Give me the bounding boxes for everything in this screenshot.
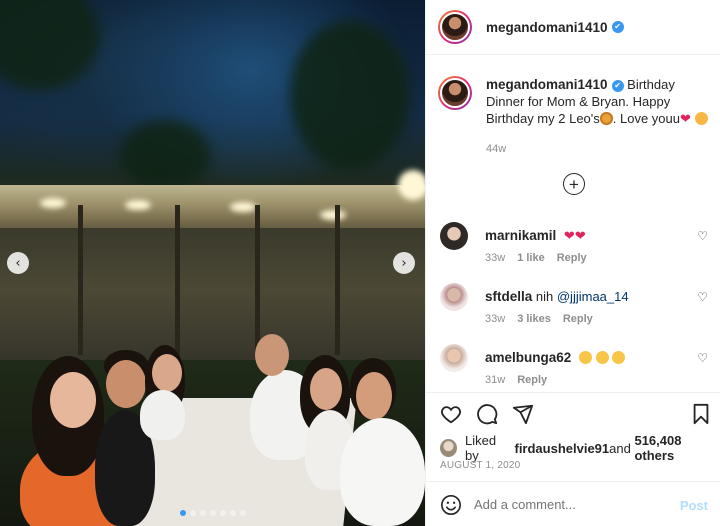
comment-author[interactable]: amelbunga62 xyxy=(485,350,571,365)
comment-item: amelbunga62 31w Reply ♡ xyxy=(440,344,710,392)
comment-time: 31w xyxy=(485,374,506,386)
comment-text: nih xyxy=(535,289,557,304)
photo-pillar xyxy=(175,205,180,355)
caption: megandomani1410 ✔ Birthday Dinner for Mom… xyxy=(438,76,713,158)
laughing-emoji-icon xyxy=(612,351,626,364)
comment-author[interactable]: marnikamil xyxy=(485,228,556,243)
heart-icon[interactable] xyxy=(440,403,462,425)
reply-button[interactable]: Reply xyxy=(517,374,547,386)
likes-count[interactable]: 516,408 others xyxy=(634,433,720,463)
lion-emoji-icon xyxy=(599,112,613,125)
post-actions: Liked by firdaushelvie91 and 516,408 oth… xyxy=(426,392,720,526)
add-comment-bar: Post xyxy=(426,481,720,526)
avatar[interactable] xyxy=(438,10,472,44)
photo-canopy xyxy=(0,185,425,230)
share-icon[interactable] xyxy=(512,403,534,425)
load-more-comments-button[interactable]: + xyxy=(563,173,585,195)
comment-mention[interactable]: @jjjimaa_14 xyxy=(557,289,629,304)
likes-middle: and xyxy=(609,440,631,456)
heart-emoji-icon: ❤ xyxy=(679,112,691,127)
photo-person-face xyxy=(106,360,146,408)
heart-icon[interactable]: ♡ xyxy=(697,351,708,365)
photo-person-face xyxy=(255,334,289,376)
post-date: AUGUST 1, 2020 xyxy=(440,460,521,471)
photo-person-face xyxy=(50,372,96,428)
comments-list[interactable]: megandomani1410 ✔ Birthday Dinner for Mom… xyxy=(426,56,720,392)
photo-lamp xyxy=(230,202,256,212)
chevron-right-icon: › xyxy=(401,255,407,271)
post-author[interactable]: megandomani1410 xyxy=(486,20,608,35)
carousel-dot xyxy=(229,510,236,516)
heart-emoji-icon: ❤ xyxy=(563,229,575,244)
carousel-dots xyxy=(0,510,425,516)
chevron-left-icon: ‹ xyxy=(15,255,21,271)
post-button[interactable]: Post xyxy=(680,498,708,513)
photo-restaurant xyxy=(0,228,425,368)
comment-author[interactable]: sftdella xyxy=(485,289,532,304)
photo-person-face xyxy=(310,368,342,410)
avatar xyxy=(440,439,458,457)
avatar[interactable] xyxy=(440,222,468,250)
heart-icon[interactable]: ♡ xyxy=(697,290,708,304)
smile-icon[interactable] xyxy=(440,494,462,516)
post-photo[interactable]: ‹ › xyxy=(0,0,425,526)
next-photo-button[interactable]: › xyxy=(393,252,415,274)
laughing-emoji-icon xyxy=(578,351,592,364)
photo-tree xyxy=(290,20,410,170)
photo-person-face xyxy=(152,354,182,392)
reply-button[interactable]: Reply xyxy=(563,313,593,325)
comment-icon[interactable] xyxy=(476,403,498,425)
reply-button[interactable]: Reply xyxy=(557,252,587,264)
photo-lamp xyxy=(398,170,425,200)
carousel-dot xyxy=(199,510,206,516)
heart-emoji-icon: ❤ xyxy=(574,229,586,244)
heart-icon[interactable]: ♡ xyxy=(697,229,708,243)
comment-likes[interactable]: 3 likes xyxy=(517,313,551,325)
post-sidebar: megandomani1410 ✔ megandomani1410 ✔ Birth… xyxy=(425,0,720,526)
avatar[interactable] xyxy=(440,283,468,311)
caption-text: . Love youu xyxy=(612,111,680,126)
carousel-dot xyxy=(239,510,246,516)
likes-summary: Liked by firdaushelvie91 and 516,408 oth… xyxy=(440,433,720,463)
likes-prefix: Liked by xyxy=(465,433,497,463)
carousel-dot xyxy=(209,510,216,516)
post-header: megandomani1410 ✔ xyxy=(426,0,720,55)
comment-item: sftdella nih @jjjimaa_14 33w 3 likes Rep… xyxy=(440,283,710,343)
plus-icon: + xyxy=(569,174,579,194)
photo-tree xyxy=(120,120,210,190)
comment-input[interactable] xyxy=(474,497,674,512)
avatar[interactable] xyxy=(440,344,468,372)
carousel-dot xyxy=(219,510,226,516)
photo-pillar xyxy=(255,205,260,355)
photo-lamp xyxy=(125,200,151,210)
photo-person-face xyxy=(356,372,392,420)
avatar[interactable] xyxy=(438,76,472,110)
heart-eyes-emoji-icon xyxy=(694,112,708,125)
verified-icon: ✔ xyxy=(611,79,624,92)
comment-time: 33w xyxy=(485,313,506,325)
photo-pillar xyxy=(335,205,340,355)
caption-author[interactable]: megandomani1410 xyxy=(486,77,608,92)
photo-lamp xyxy=(320,210,346,220)
comment-likes[interactable]: 1 like xyxy=(517,252,545,264)
comment-item: marnikamil ❤❤ 33w 1 like Reply ♡ xyxy=(440,222,710,282)
carousel-dot xyxy=(179,510,186,516)
carousel-dot xyxy=(189,510,196,516)
comment-time: 33w xyxy=(485,252,506,264)
verified-icon: ✔ xyxy=(611,21,624,33)
photo-pillar xyxy=(78,205,83,355)
photo-lamp xyxy=(40,198,66,208)
caption-time: 44w xyxy=(486,143,507,155)
prev-photo-button[interactable]: ‹ xyxy=(7,252,29,274)
laughing-emoji-icon xyxy=(595,351,609,364)
likes-user[interactable]: firdaushelvie91 xyxy=(514,441,609,456)
photo-person xyxy=(140,390,185,440)
bookmark-icon[interactable] xyxy=(690,403,712,425)
